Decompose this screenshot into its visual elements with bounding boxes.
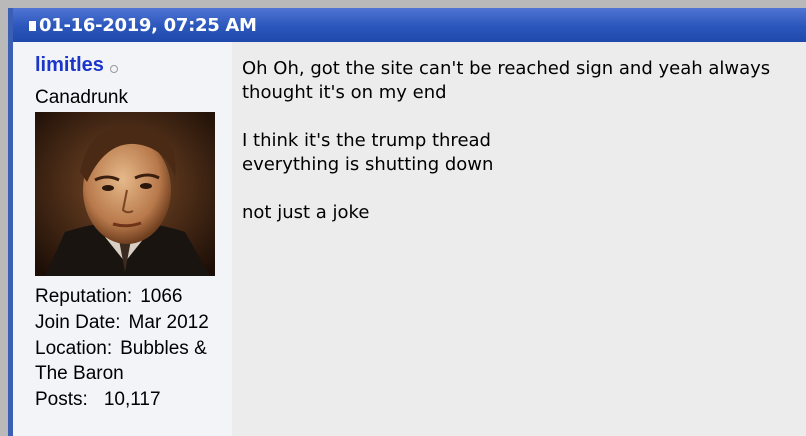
post-date: 01-16-2019, 07:25 AM <box>39 14 257 36</box>
join-date-row: Join Date: Mar 2012 <box>35 310 225 335</box>
message-paragraph: Oh Oh, got the site can't be reached sig… <box>242 58 771 103</box>
join-date-label: Join Date: <box>35 312 121 333</box>
reputation-label: Reputation: <box>35 286 133 307</box>
location-row: Location: Bubbles & The Baron <box>35 336 225 386</box>
post-icon <box>29 20 36 31</box>
message-paragraph: not just a joke <box>242 202 370 223</box>
reputation-row: Reputation: 1066 <box>35 284 225 309</box>
location-label: Location: <box>35 338 113 359</box>
post-message: Oh Oh, got the site can't be reached sig… <box>242 57 802 249</box>
offline-status-icon <box>109 64 118 73</box>
avatar-image <box>35 112 215 276</box>
user-details: Reputation: 1066 Join Date: Mar 2012 Locat… <box>35 284 225 413</box>
post-header: 01-16-2019, 07:25 AM <box>13 8 806 42</box>
reputation-value: 1066 <box>140 286 183 307</box>
posts-label: Posts: <box>35 389 88 410</box>
posts-value: 10,117 <box>103 389 161 410</box>
username-link[interactable]: limitles <box>35 54 104 77</box>
join-date-value: Mar 2012 <box>128 312 209 333</box>
user-info-panel: limitles Canadrunk Reputation: 1066 Join… <box>13 42 232 436</box>
avatar[interactable] <box>35 112 215 276</box>
posts-row: Posts: 10,117 <box>35 387 225 412</box>
forum-post: 01-16-2019, 07:25 AM limitles Canadrunk <box>8 8 806 436</box>
username-row: limitles <box>35 54 118 77</box>
message-paragraph: I think it's the trump thread everything… <box>242 130 494 175</box>
user-title: Canadrunk <box>35 87 128 108</box>
